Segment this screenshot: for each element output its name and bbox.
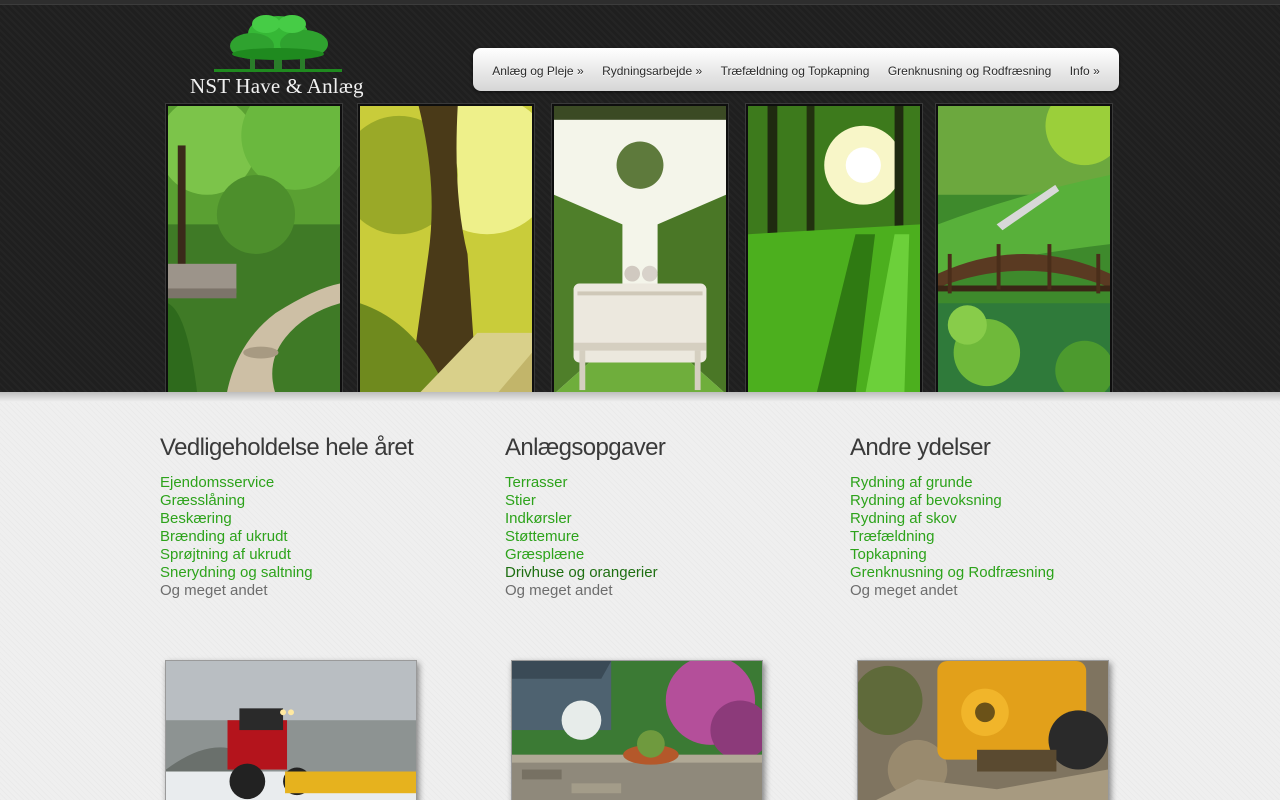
list-item: Rydning af grunde (850, 474, 1170, 492)
more-text: Og meget andet (160, 582, 268, 599)
list-item: Brænding af ukrudt (160, 528, 480, 546)
column-title-construction: Anlægsopgaver (505, 434, 666, 461)
list-item: Indkørsler (505, 510, 825, 528)
more-text: Og meget andet (850, 582, 958, 599)
garden-bridge-image (936, 104, 1112, 396)
nav-item-rydningsarbejde[interactable]: Rydningsarbejde » (602, 64, 702, 78)
list-item: Rydning af skov (850, 510, 1170, 528)
site-header: NST Have & Anlæg Anlæg og Pleje » Rydnin… (0, 0, 1280, 396)
site-logo[interactable]: NST Have & Anlæg (188, 12, 368, 100)
link-graesslaaning[interactable]: Græsslåning (160, 492, 245, 509)
link-graesplaene[interactable]: Græsplæne (505, 546, 584, 563)
main-nav: Anlæg og Pleje » Rydningsarbejde » Træfæ… (473, 48, 1119, 91)
sunlit-park-image (746, 104, 922, 396)
link-beskaering[interactable]: Beskæring (160, 510, 232, 527)
list-item: Græsslåning (160, 492, 480, 510)
list-item: Rydning af bevoksning (850, 492, 1170, 510)
list-item: Terrasser (505, 474, 825, 492)
nav-item-anlaeg-og-pleje[interactable]: Anlæg og Pleje » (492, 64, 583, 78)
list-item: Støttemure (505, 528, 825, 546)
more-text: Og meget andet (505, 582, 613, 599)
maintenance-link-list: Ejendomsservice Græsslåning Beskæring Br… (160, 474, 480, 600)
header-image-panels (166, 104, 1114, 396)
link-stier[interactable]: Stier (505, 492, 536, 509)
link-stoettemure[interactable]: Støttemure (505, 528, 579, 545)
link-traefaeldning[interactable]: Træfældning (850, 528, 934, 545)
snow-tractor-image[interactable] (165, 660, 417, 800)
list-item: Sprøjtning af ukrudt (160, 546, 480, 564)
list-item: Stier (505, 492, 825, 510)
sunlit-tree-image (358, 104, 534, 396)
nav-item-grenknusning[interactable]: Grenknusning og Rodfræsning (888, 64, 1051, 78)
list-item: Træfældning (850, 528, 1170, 546)
list-item: Drivhuse og orangerier (505, 564, 825, 582)
column-maintenance: Vedligeholdelse hele året Ejendomsservic… (160, 434, 480, 600)
list-item: Grenknusning og Rodfræsning (850, 564, 1170, 582)
hedge-bench-image (552, 104, 728, 396)
stone-terrace-image[interactable] (511, 660, 763, 800)
link-rydning-af-skov[interactable]: Rydning af skov (850, 510, 957, 527)
list-item: Græsplæne (505, 546, 825, 564)
column-construction: Anlægsopgaver Terrasser Stier Indkørsler… (505, 434, 825, 600)
link-topkapning[interactable]: Topkapning (850, 546, 927, 563)
link-sproejtning-af-ukrudt[interactable]: Sprøjtning af ukrudt (160, 546, 291, 563)
nav-item-traefaeldning[interactable]: Træfældning og Topkapning (721, 64, 870, 78)
link-drivhuse-og-orangerier[interactable]: Drivhuse og orangerier (505, 564, 658, 581)
list-item: Beskæring (160, 510, 480, 528)
link-terrasser[interactable]: Terrasser (505, 474, 568, 491)
list-item: Topkapning (850, 546, 1170, 564)
column-other-services: Andre ydelser Rydning af grunde Rydning … (850, 434, 1170, 600)
column-title-other-services: Andre ydelser (850, 434, 991, 461)
other-services-link-list: Rydning af grunde Rydning af bevoksning … (850, 474, 1170, 600)
main-content: Vedligeholdelse hele året Ejendomsservic… (0, 402, 1280, 800)
list-item: Ejendomsservice (160, 474, 480, 492)
link-grenknusning-og-rodfraesning[interactable]: Grenknusning og Rodfræsning (850, 564, 1054, 581)
column-title-maintenance: Vedligeholdelse hele året (160, 434, 414, 461)
construction-link-list: Terrasser Stier Indkørsler Støttemure Gr… (505, 474, 825, 600)
tree-icon (214, 15, 342, 72)
list-item: Snerydning og saltning (160, 564, 480, 582)
stump-grinder-image[interactable] (857, 660, 1109, 800)
link-snerydning-og-saltning[interactable]: Snerydning og saltning (160, 564, 313, 581)
link-rydning-af-bevoksning[interactable]: Rydning af bevoksning (850, 492, 1002, 509)
header-divider (0, 392, 1280, 402)
nav-item-info[interactable]: Info » (1070, 64, 1100, 78)
link-braending-af-ukrudt[interactable]: Brænding af ukrudt (160, 528, 288, 545)
link-indkoersler[interactable]: Indkørsler (505, 510, 572, 527)
link-rydning-af-grunde[interactable]: Rydning af grunde (850, 474, 973, 491)
garden-path-image (166, 104, 342, 396)
link-ejendomsservice[interactable]: Ejendomsservice (160, 474, 274, 491)
logo-text: NST Have & Anlæg (190, 74, 364, 98)
